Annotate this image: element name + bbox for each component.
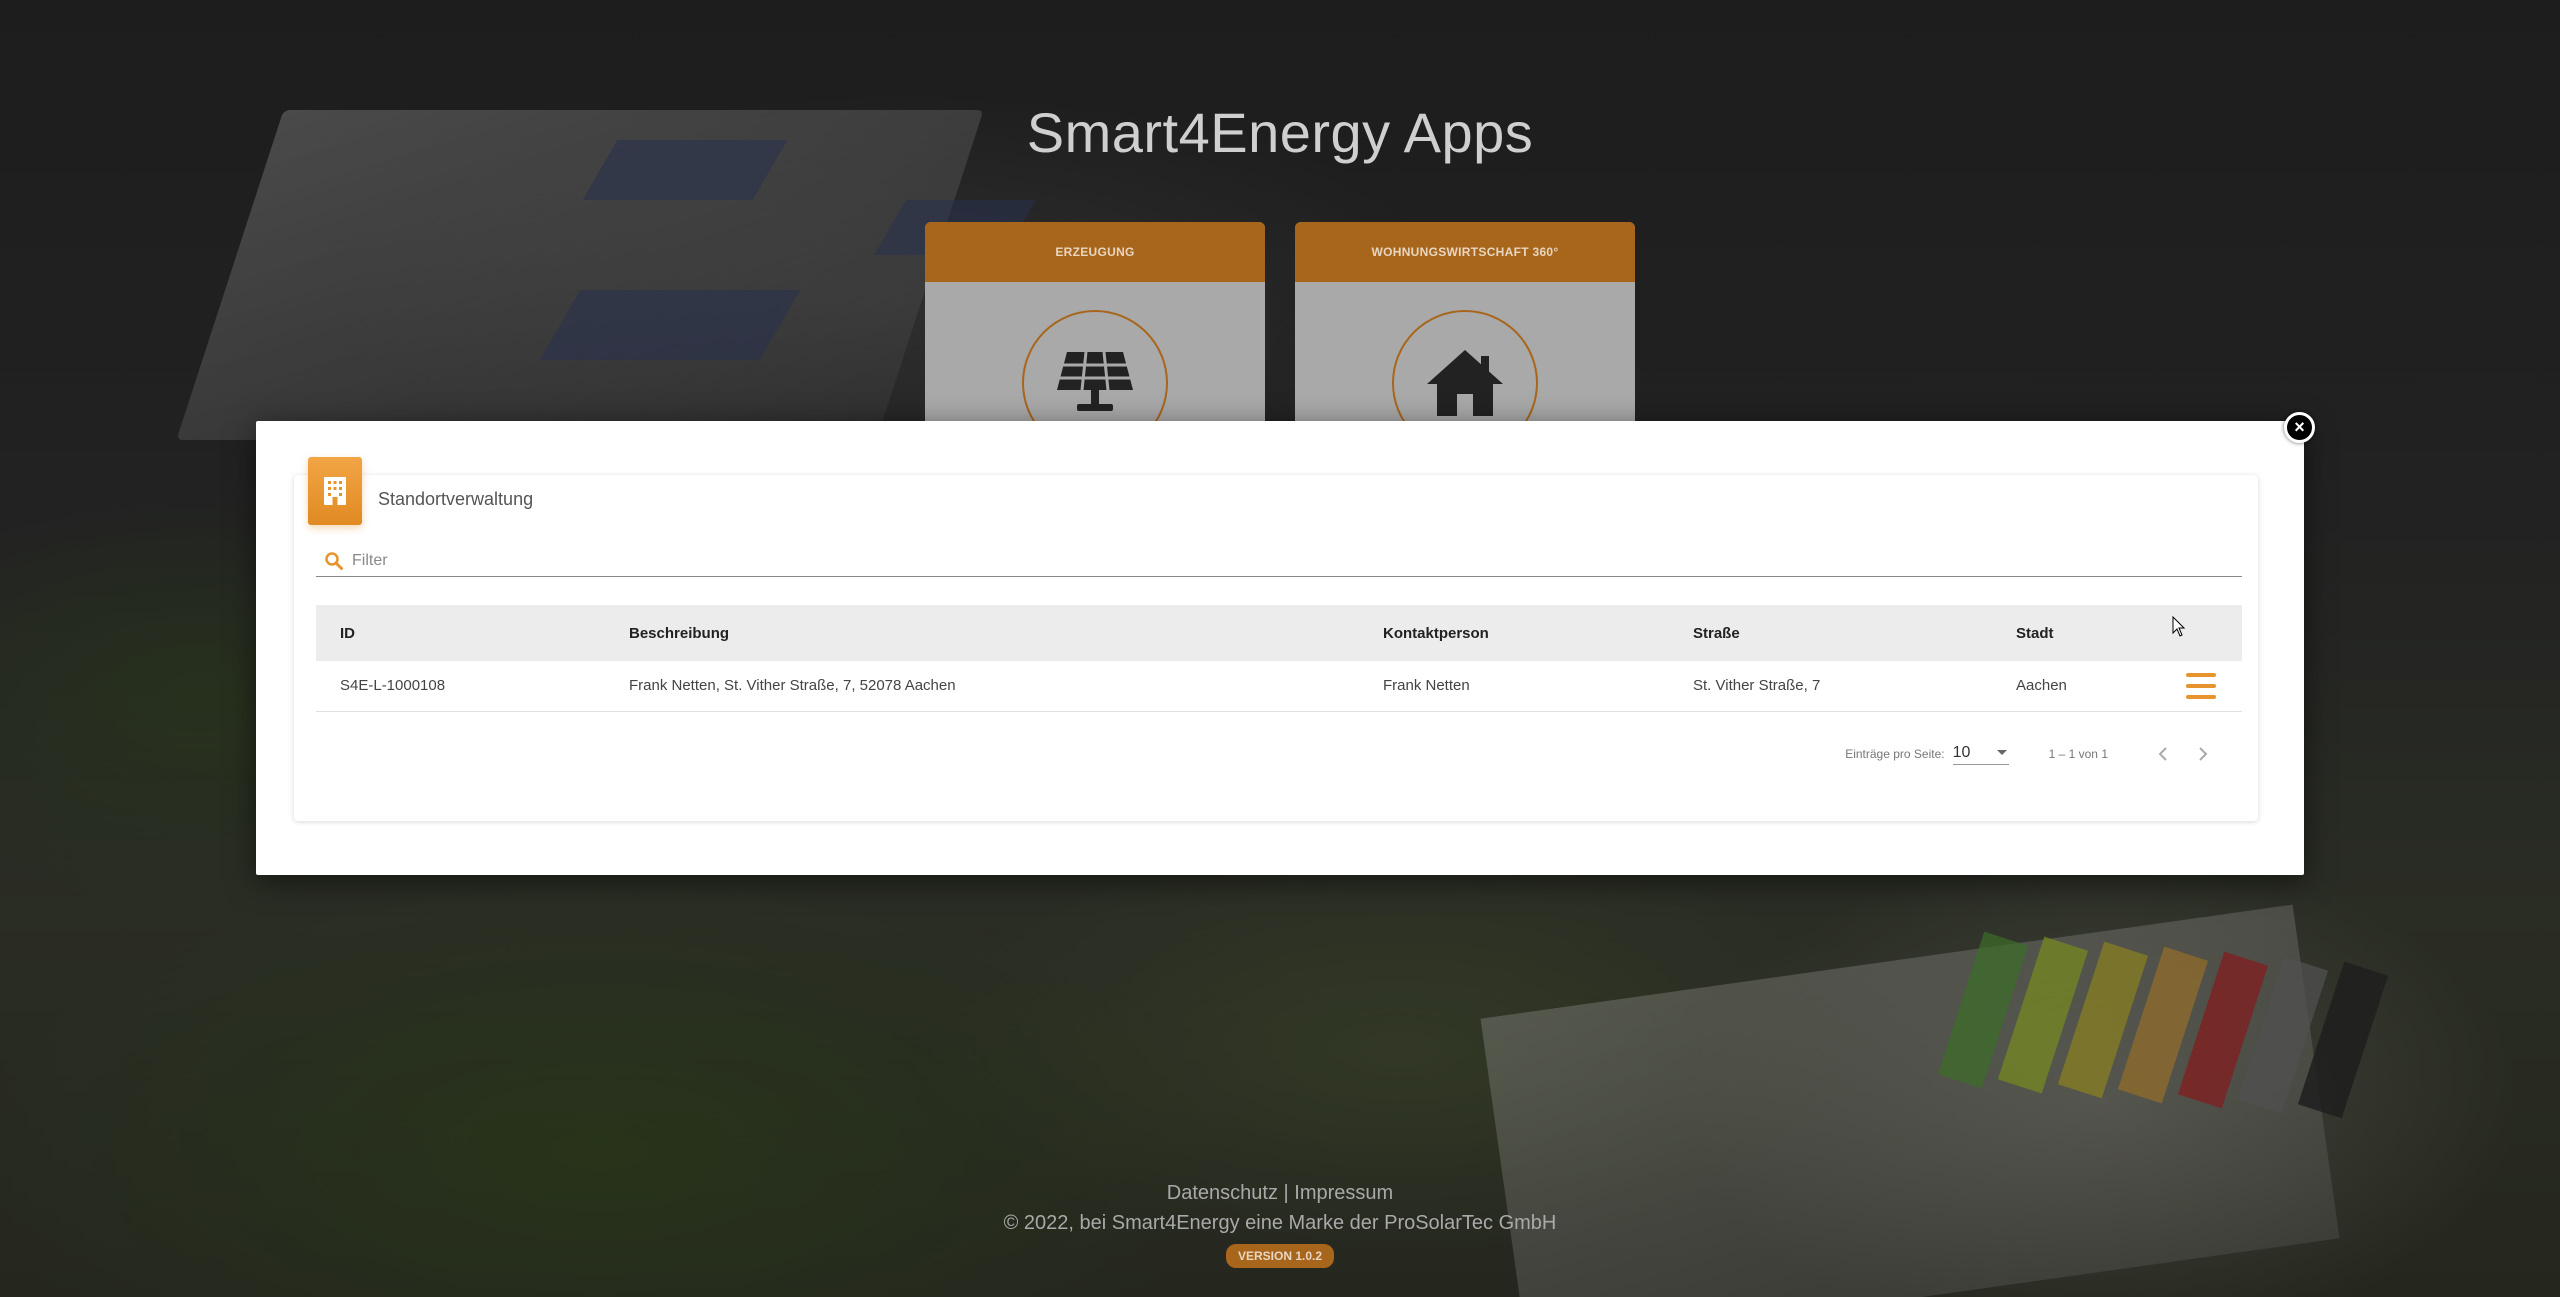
table-header-row: ID Beschreibung Kontaktperson Straße Sta… (316, 605, 2242, 661)
location-management-card: Standortverwaltung ID Beschreibung Konta… (294, 457, 2258, 821)
filter-field (316, 545, 2242, 577)
page-size-label: Einträge pro Seite: (1845, 747, 1945, 761)
app-card-label: WOHNUNGSWIRTSCHAFT 360° (1295, 222, 1635, 282)
hamburger-menu-icon[interactable] (2186, 672, 2216, 699)
cell-stadt: Aachen (1992, 661, 2162, 712)
chevron-left-icon (2158, 747, 2167, 761)
search-icon (325, 551, 343, 570)
page-title: Smart4Energy Apps (1026, 101, 1534, 164)
app-card-erzeugung[interactable]: ERZEUGUNG (925, 222, 1265, 422)
app-card-wohnungswirtschaft[interactable]: WOHNUNGSWIRTSCHAFT 360° (1295, 222, 1635, 422)
cell-actions (2162, 661, 2242, 712)
table-row[interactable]: S4E-L-1000108 Frank Netten, St. Vither S… (316, 661, 2242, 712)
mouse-cursor-icon (2172, 616, 2186, 637)
standortverwaltung-dialog: Standortverwaltung ID Beschreibung Konta… (256, 421, 2304, 875)
column-header-beschreibung[interactable]: Beschreibung (605, 605, 1359, 661)
page-size-select[interactable]: 10 (1952, 743, 2009, 765)
column-header-stadt[interactable]: Stadt (1992, 605, 2162, 661)
previous-page-button[interactable] (2152, 743, 2174, 765)
paginator: Einträge pro Seite: 10 1 – 1 von 1 (1845, 743, 2214, 765)
copyright-text: © 2022, bei Smart4Energy eine Marke der … (1003, 1212, 1557, 1234)
app-card-label: ERZEUGUNG (925, 222, 1265, 282)
close-icon: × (2294, 417, 2305, 437)
dialog-title: Standortverwaltung (378, 489, 534, 509)
close-dialog-button[interactable]: × (2284, 412, 2315, 443)
page-size-value: 10 (1952, 743, 1971, 761)
cell-kontaktperson: Frank Netten (1359, 661, 1669, 712)
cell-beschreibung: Frank Netten, St. Vither Straße, 7, 5207… (605, 661, 1359, 712)
page-range-label: 1 – 1 von 1 (2048, 747, 2108, 761)
footer: Datenschutz | Impressum © 2022, bei Smar… (0, 1178, 2560, 1269)
column-header-id[interactable]: ID (316, 605, 605, 661)
solar-panel-icon (1022, 310, 1168, 422)
column-header-strasse[interactable]: Straße (1669, 605, 1992, 661)
footer-separator: | (1283, 1182, 1289, 1204)
impressum-link[interactable]: Impressum (1294, 1182, 1393, 1204)
chevron-right-icon (2199, 747, 2208, 761)
datenschutz-link[interactable]: Datenschutz (1167, 1182, 1278, 1204)
locations-table: ID Beschreibung Kontaktperson Straße Sta… (316, 605, 2242, 712)
column-header-kontaktperson[interactable]: Kontaktperson (1359, 605, 1669, 661)
version-badge: VERSION 1.0.2 (1225, 1244, 1335, 1268)
filter-input[interactable] (352, 551, 2242, 570)
next-page-button[interactable] (2192, 743, 2214, 765)
background-solar-panel (539, 290, 801, 360)
cell-strasse: St. Vither Straße, 7 (1669, 661, 1992, 712)
building-icon (308, 457, 362, 525)
cell-id: S4E-L-1000108 (316, 661, 605, 712)
house-icon (1392, 310, 1538, 422)
chevron-down-icon (1996, 750, 2007, 755)
